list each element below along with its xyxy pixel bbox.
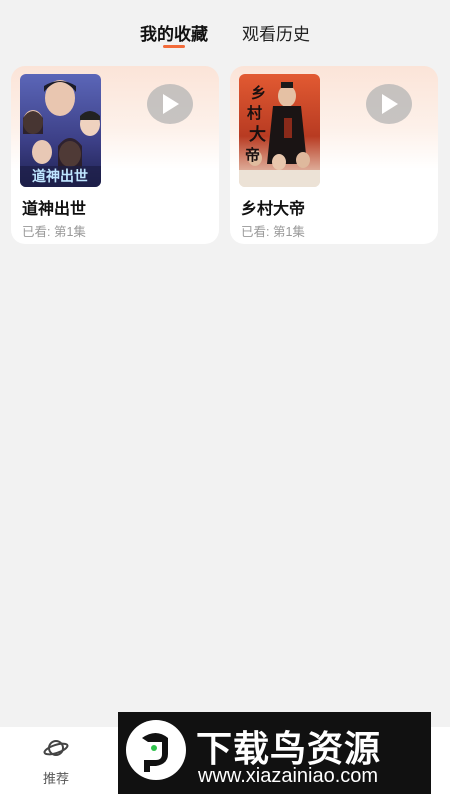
top-tab-bar: 我的收藏 观看历史: [0, 0, 450, 60]
bird-logo-icon: [124, 718, 188, 782]
svg-text:村: 村: [247, 104, 262, 122]
svg-text:道神出世: 道神出世: [32, 168, 88, 185]
play-icon[interactable]: [147, 84, 193, 124]
svg-text:帝: 帝: [245, 146, 260, 164]
nav-label: 推荐: [42, 771, 69, 786]
favorite-card[interactable]: 乡 村 大 帝 乡村大帝 已看: 第1集: [230, 66, 438, 244]
watermark-banner: 下载鸟资源 www.xiazainiao.com: [118, 712, 431, 794]
card-title: 乡村大帝: [241, 201, 306, 218]
watermark-url: www.xiazainiao.com: [198, 765, 379, 787]
nav-item-recommend[interactable]: 推荐: [24, 737, 88, 787]
watch-progress: 已看: 第1集: [241, 225, 305, 239]
card-title: 道神出世: [22, 201, 87, 218]
svg-text:乡: 乡: [251, 84, 266, 102]
tab-favorites[interactable]: 我的收藏: [140, 0, 208, 45]
drama-poster[interactable]: 道神出世: [20, 74, 101, 187]
favorites-grid: 道神出世 道神出世 已看: 第1集 乡 村 大 帝 乡村大帝 已看: 第1集: [11, 66, 439, 244]
play-icon[interactable]: [366, 84, 412, 124]
favorite-card[interactable]: 道神出世 道神出世 已看: 第1集: [11, 66, 219, 244]
planet-icon: [43, 740, 69, 763]
drama-poster[interactable]: 乡 村 大 帝: [239, 74, 320, 187]
watch-progress: 已看: 第1集: [22, 225, 86, 239]
tab-watch-history[interactable]: 观看历史: [242, 0, 310, 45]
svg-text:大: 大: [249, 124, 266, 145]
